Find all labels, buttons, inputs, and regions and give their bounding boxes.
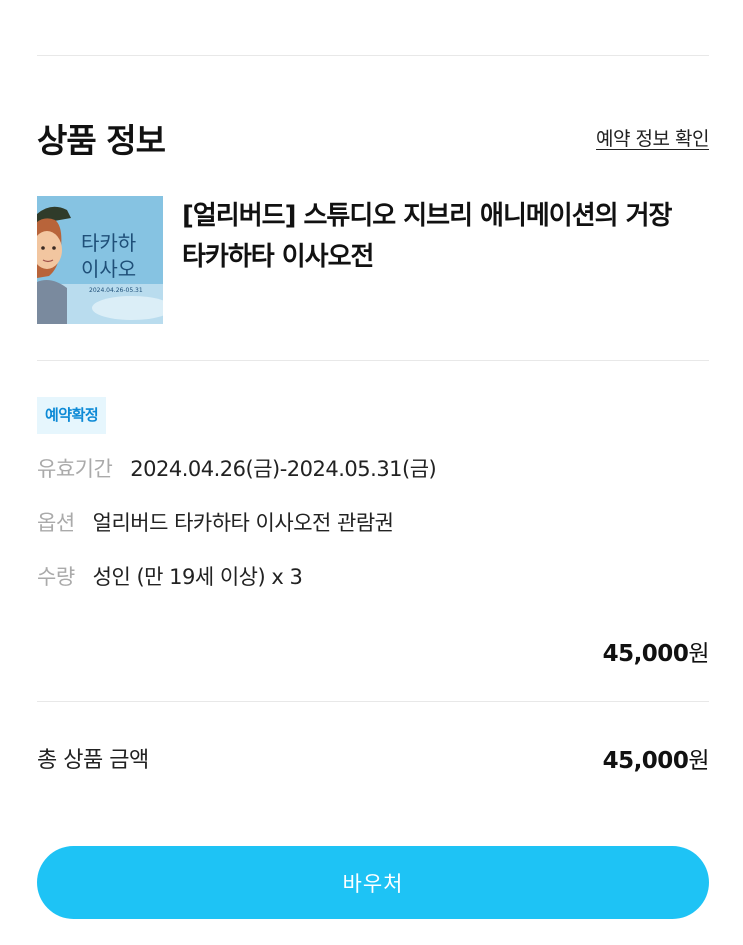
voucher-button[interactable]: 바우처	[37, 846, 709, 919]
total-divider	[37, 701, 709, 702]
top-divider	[37, 55, 709, 56]
reservation-info-link[interactable]: 예약 정보 확인	[596, 124, 709, 151]
quantity-label: 수량	[37, 565, 75, 589]
total-price-amount: 45,000	[602, 748, 689, 774]
poster-title-2: 이사오	[81, 257, 136, 281]
item-price: 45,000원	[602, 634, 710, 668]
option-label: 옵션	[37, 511, 75, 535]
total-price-unit: 원	[688, 748, 709, 774]
product-divider	[37, 360, 709, 361]
status-badge: 예약확정	[37, 397, 107, 434]
detail-row-quantity: 수량 성인 (만 19세 이상) x 3	[37, 563, 303, 591]
total-price: 45,000원	[602, 741, 710, 775]
item-price-unit: 원	[688, 641, 709, 667]
product-name[interactable]: [얼리버드] 스튜디오 지브리 애니메이션의 거장 타카하타 이사오전	[182, 196, 702, 278]
detail-row-option: 옵션 얼리버드 타카하타 이사오전 관람권	[37, 509, 394, 537]
validity-label: 유효기간	[37, 457, 113, 481]
total-label: 총 상품 금액	[37, 748, 149, 773]
poster-title-1: 타카하	[81, 231, 136, 255]
section-title: 상품 정보	[37, 121, 166, 160]
option-value: 얼리버드 타카하타 이사오전 관람권	[92, 511, 394, 535]
detail-row-validity: 유효기간 2024.04.26(금)-2024.05.31(금)	[37, 455, 437, 483]
poster-image: 타카하 이사오 2024.04.26-05.31	[37, 196, 163, 324]
item-price-amount: 45,000	[602, 641, 689, 667]
poster-dates: 2024.04.26-05.31	[89, 287, 143, 294]
quantity-value: 성인 (만 19세 이상) x 3	[92, 565, 303, 589]
validity-value: 2024.04.26(금)-2024.05.31(금)	[130, 457, 437, 481]
product-thumbnail[interactable]: 타카하 이사오 2024.04.26-05.31	[37, 196, 163, 324]
